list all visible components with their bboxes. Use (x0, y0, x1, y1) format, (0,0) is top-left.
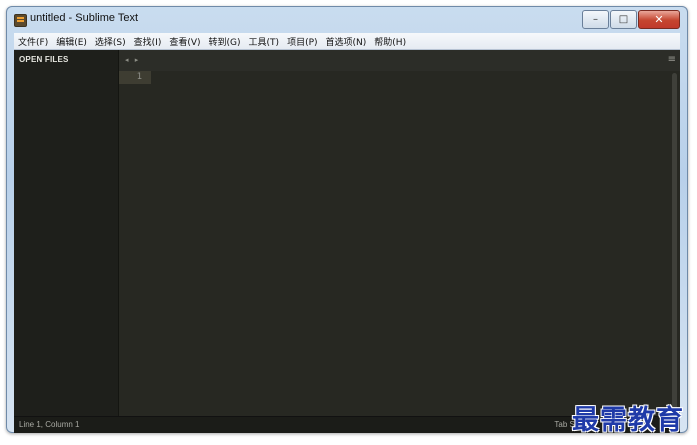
menu-bar: 文件(F) 编辑(E) 选择(S) 查找(I) 查看(V) 转到(G) 工具(T… (14, 33, 680, 50)
menu-preferences[interactable]: 首选项(N) (322, 35, 371, 48)
code-editor[interactable]: 1 (119, 71, 680, 416)
sublime-app-icon (14, 14, 27, 27)
menu-goto[interactable]: 转到(G) (205, 35, 245, 48)
tab-bar: ◂ ▸ ≡ (119, 50, 680, 72)
window-controls: – □ ✕ (581, 10, 680, 29)
maximize-button[interactable]: □ (610, 10, 637, 29)
sidebar: OPEN FILES (14, 50, 119, 416)
watermark: 最需教育 (572, 405, 684, 436)
menu-edit[interactable]: 编辑(E) (52, 35, 91, 48)
maximize-icon: □ (618, 14, 629, 25)
app-window: untitled - Sublime Text – □ ✕ 文件(F) 编辑(E… (6, 6, 688, 433)
minimize-button[interactable]: – (582, 10, 609, 29)
close-icon: ✕ (654, 13, 664, 26)
minimize-icon: – (593, 14, 598, 25)
tab-menu-icon[interactable]: ≡ (668, 54, 676, 65)
close-button[interactable]: ✕ (638, 10, 680, 29)
tab-scroll-arrows-icon[interactable]: ◂ ▸ (125, 56, 140, 64)
menu-view[interactable]: 查看(V) (165, 35, 204, 48)
menu-file[interactable]: 文件(F) (14, 35, 52, 48)
menu-help[interactable]: 帮助(H) (370, 35, 410, 48)
editor-area: OPEN FILES ◂ ▸ ≡ 1 Line 1, Column 1 Tab … (14, 50, 680, 433)
menu-selection[interactable]: 选择(S) (91, 35, 130, 48)
line-number: 1 (136, 72, 142, 82)
menu-project[interactable]: 项目(P) (283, 35, 321, 48)
cursor-position: Line 1, Column 1 (19, 420, 80, 429)
window-title: untitled - Sublime Text (30, 12, 139, 24)
sidebar-title-open-files: OPEN FILES (19, 55, 69, 64)
title-bar[interactable]: untitled - Sublime Text – □ ✕ (6, 6, 688, 32)
menu-find[interactable]: 查找(I) (130, 35, 166, 48)
vertical-scrollbar[interactable] (672, 73, 677, 413)
menu-tools[interactable]: 工具(T) (245, 35, 284, 48)
